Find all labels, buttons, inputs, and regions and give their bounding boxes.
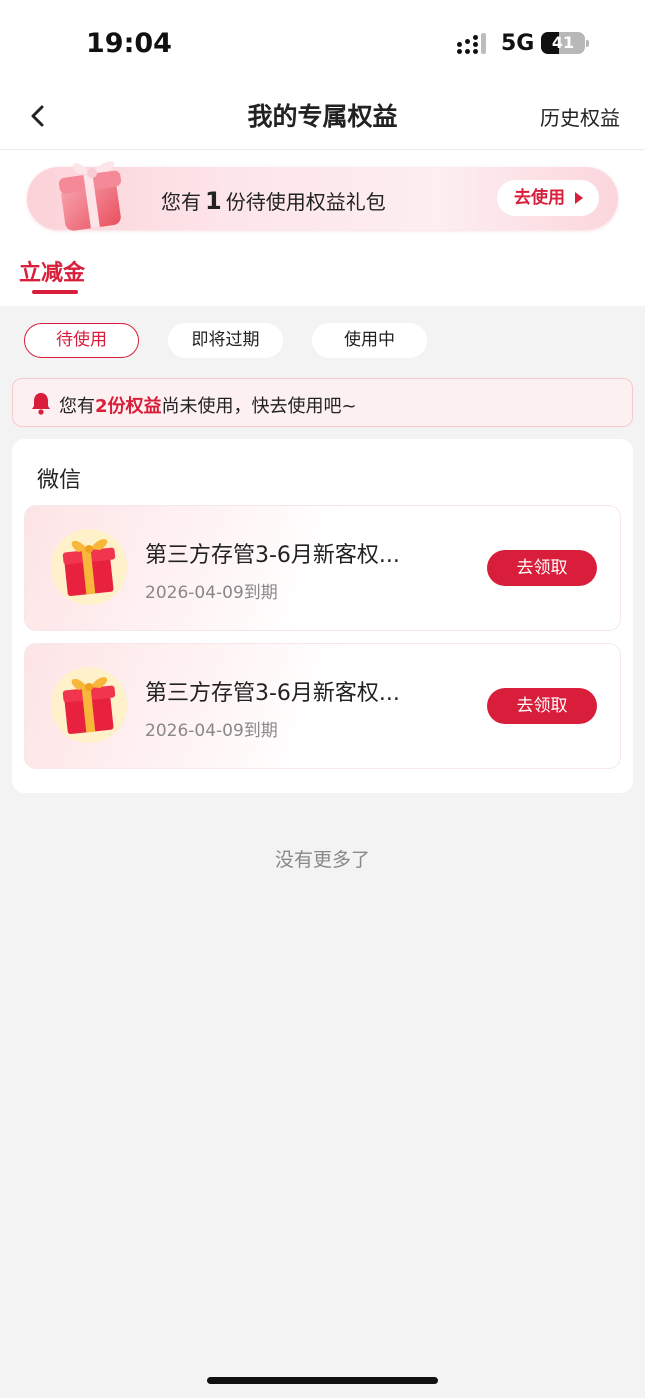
benefit-title: 第三方存管3-6月新客权... [145, 681, 400, 706]
notice-suffix: 尚未使用，快去使用吧~ [161, 396, 357, 417]
battery-cap [586, 40, 589, 47]
benefit-item: 第三方存管3-6月新客权... 2026-04-09到期 去领取 [24, 643, 621, 769]
battery-level: 41 [551, 33, 575, 52]
notice-text: 您有2份权益尚未使用，快去使用吧~ [59, 392, 357, 418]
go-use-button[interactable]: 去使用 [497, 180, 599, 216]
filter-chip-pending[interactable]: 待使用 [24, 323, 139, 358]
caret-right-icon [575, 192, 583, 204]
claim-button[interactable]: 去领取 [487, 688, 597, 724]
tab-underline [32, 290, 78, 294]
benefit-expiry: 2026-04-09到期 [145, 721, 278, 741]
gift-icon [51, 529, 127, 605]
no-more-text: 没有更多了 [274, 849, 370, 871]
bell-icon [32, 393, 50, 415]
banner-suffix: 份待使用权益礼包 [225, 190, 386, 214]
benefit-expiry: 2026-04-09到期 [145, 583, 278, 603]
notice-highlight: 2份权益 [95, 396, 162, 417]
banner-count: 1 [205, 187, 222, 215]
battery-icon: 41 [541, 32, 585, 54]
network-type: 5G [501, 31, 535, 56]
benefit-item: 第三方存管3-6月新客权... 2026-04-09到期 去领取 [24, 505, 621, 631]
benefit-title: 第三方存管3-6月新客权... [145, 543, 400, 568]
claim-button[interactable]: 去领取 [487, 550, 597, 586]
filter-chip-expiring[interactable]: 即将过期 [168, 323, 283, 358]
signal-icon [457, 33, 491, 55]
status-time: 19:04 [86, 28, 172, 59]
filter-chip-in-use[interactable]: 使用中 [312, 323, 427, 358]
history-benefits-link[interactable]: 历史权益 [540, 102, 620, 131]
gift-icon [51, 667, 127, 743]
home-indicator[interactable] [207, 1377, 438, 1384]
notice-prefix: 您有 [59, 396, 95, 417]
go-use-label: 去使用 [514, 188, 565, 208]
gift-box-icon [58, 161, 122, 231]
banner-prefix: 您有 [161, 190, 201, 214]
tab-instant-discount[interactable]: 立减金 [19, 255, 85, 287]
banner-text: 您有 1 份待使用权益礼包 [161, 186, 386, 215]
card-title: 微信 [37, 468, 82, 493]
